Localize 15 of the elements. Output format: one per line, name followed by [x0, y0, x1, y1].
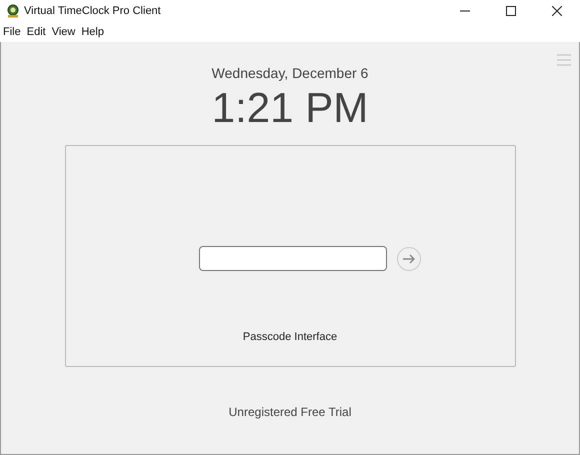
window-title: Virtual TimeClock Pro Client: [24, 5, 161, 17]
date-text: Wednesday, December 6: [212, 65, 368, 81]
trial-notice: Unregistered Free Trial: [228, 405, 352, 420]
close-icon: [552, 6, 562, 16]
submit-button[interactable]: [397, 246, 421, 271]
passcode-field[interactable]: [199, 246, 387, 272]
maximize-icon: [506, 6, 516, 16]
menu-item[interactable]: File: [0, 26, 24, 38]
menu-item[interactable]: Edit: [24, 26, 49, 38]
menu-item[interactable]: Help: [78, 26, 107, 38]
menu-item[interactable]: View: [48, 26, 78, 38]
panel-label: Passcode Interface: [242, 331, 338, 344]
clock-time: 1:21 PM: [212, 85, 368, 132]
app-icon: [6, 4, 20, 18]
arrow-icon: [403, 254, 415, 264]
